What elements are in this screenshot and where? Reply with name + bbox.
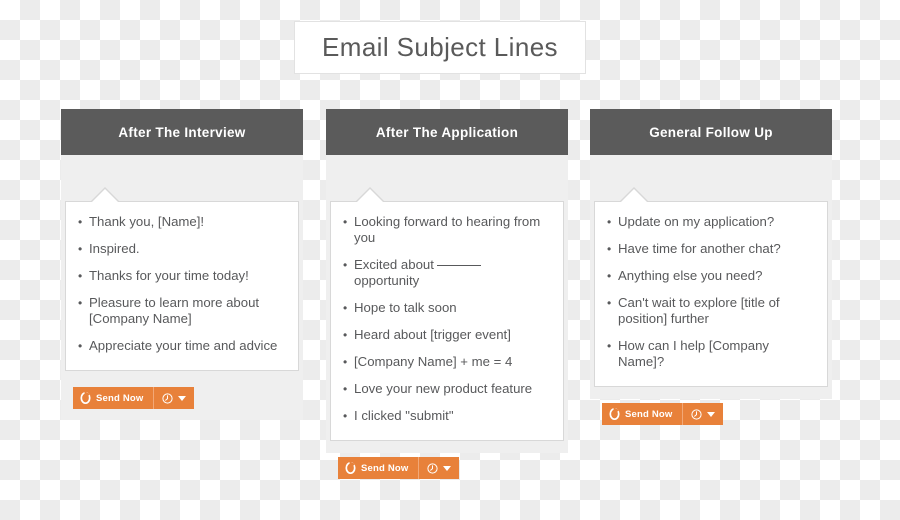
subject-line-card: Looking forward to hearing from you Excit…	[330, 187, 564, 441]
column-after-the-application: After The Application Looking forward to …	[326, 109, 568, 479]
subject-line-list: Update on my application? Have time for a…	[607, 214, 813, 370]
caret-down-icon	[442, 465, 451, 471]
sprocket-icon	[80, 392, 91, 404]
send-now-label: Send Now	[96, 392, 144, 404]
card-footer: Send Now	[594, 387, 828, 425]
card-footer: Send Now	[330, 441, 564, 479]
clock-icon	[426, 462, 438, 474]
clock-icon	[161, 392, 173, 404]
subject-line-item: Heard about [trigger event]	[343, 327, 549, 343]
subject-line-item: Inspired.	[78, 241, 284, 257]
subject-line-item: Pleasure to learn more about [Company Na…	[78, 295, 284, 327]
column-body: Update on my application? Have time for a…	[590, 187, 832, 425]
caret-down-icon	[706, 411, 715, 417]
caret-down-icon	[177, 395, 186, 401]
column-header: After The Interview	[61, 109, 303, 155]
send-now-main[interactable]: Send Now	[602, 403, 683, 425]
column-header-label: General Follow Up	[649, 124, 773, 140]
send-now-button[interactable]: Send Now	[338, 457, 459, 479]
subject-line-item: I clicked "submit"	[343, 408, 549, 424]
subject-line-item: Appreciate your time and advice	[78, 338, 284, 354]
send-now-label: Send Now	[625, 408, 673, 420]
page-title: Email Subject Lines	[322, 32, 558, 62]
subject-line-item: How can I help [Company Name]?	[607, 338, 813, 370]
column-after-the-interview: After The Interview Thank you, [Name]! Ins…	[61, 109, 303, 420]
subject-line-item: Thank you, [Name]!	[78, 214, 284, 230]
sprocket-icon	[345, 462, 356, 474]
card-footer: Send Now	[65, 371, 299, 409]
column-general-follow-up: General Follow Up Update on my applicatio…	[590, 109, 832, 425]
sprocket-icon	[609, 408, 620, 420]
subject-line-item: [Company Name] + me = 4	[343, 354, 549, 370]
schedule-send-dropdown[interactable]	[419, 457, 459, 479]
column-header: After The Application	[326, 109, 568, 155]
fill-in-blank-rule	[436, 265, 481, 266]
subject-line-item: Have time for another chat?	[607, 241, 813, 257]
subject-line-item: Hope to talk soon	[343, 300, 549, 316]
page-title-box: Email Subject Lines	[294, 21, 586, 74]
clock-icon	[690, 408, 702, 420]
column-header: General Follow Up	[590, 109, 832, 155]
send-now-button[interactable]: Send Now	[602, 403, 723, 425]
subject-line-list: Looking forward to hearing from you Excit…	[343, 214, 549, 424]
send-now-main[interactable]: Send Now	[338, 457, 419, 479]
subject-line-item: Anything else you need?	[607, 268, 813, 284]
column-header-label: After The Application	[375, 124, 519, 140]
subject-line-item: Thanks for your time today!	[78, 268, 284, 284]
column-header-label: After The Interview	[118, 124, 246, 140]
subject-line-text-before: Excited about	[354, 257, 434, 272]
subject-line-item: Looking forward to hearing from you	[343, 214, 549, 246]
subject-line-text-after: opportunity	[354, 273, 420, 288]
subject-line-item: Update on my application?	[607, 214, 813, 230]
subject-line-list: Thank you, [Name]! Inspired. Thanks for yo…	[78, 214, 284, 354]
schedule-send-dropdown[interactable]	[154, 387, 194, 409]
subject-line-item: Love your new product feature	[343, 381, 549, 397]
column-body: Thank you, [Name]! Inspired. Thanks for yo…	[61, 187, 303, 409]
subject-line-card: Thank you, [Name]! Inspired. Thanks for yo…	[65, 187, 299, 371]
send-now-label: Send Now	[361, 462, 409, 474]
subject-line-item: Can't wait to explore [title of position…	[607, 295, 813, 327]
infographic-stage: Email Subject Lines After The Interview T…	[0, 0, 900, 520]
schedule-send-dropdown[interactable]	[683, 403, 723, 425]
send-now-button[interactable]: Send Now	[73, 387, 194, 409]
send-now-main[interactable]: Send Now	[73, 387, 154, 409]
subject-line-card: Update on my application? Have time for a…	[594, 187, 828, 387]
subject-line-item: Excited aboutopportunity	[343, 257, 549, 289]
column-body: Looking forward to hearing from you Excit…	[326, 187, 568, 479]
